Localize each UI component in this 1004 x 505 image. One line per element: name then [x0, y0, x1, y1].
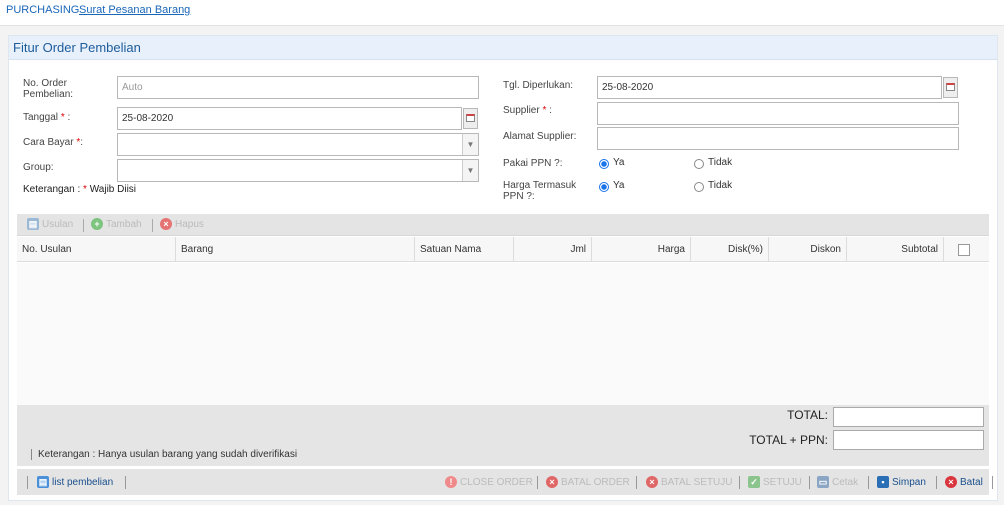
harga-termasuk-ppn-label: Harga Termasuk PPN ?:: [503, 180, 577, 202]
alamat-supplier-field[interactable]: [597, 127, 959, 150]
col-harga[interactable]: Harga: [592, 237, 691, 262]
harga-ppn-ya-radio[interactable]: [599, 182, 609, 192]
supplier-field[interactable]: [597, 102, 959, 125]
panel-title: Fitur Order Pembelian: [13, 40, 141, 55]
col-diskon[interactable]: Diskon: [769, 237, 847, 262]
divider: [636, 476, 637, 489]
tgl-diperlukan-label: Tgl. Diperlukan:: [503, 80, 574, 91]
panel-header: Fitur Order Pembelian: [9, 36, 997, 60]
divider: [83, 219, 84, 232]
batal-order-button[interactable]: × BATAL ORDER: [546, 476, 630, 488]
harga-ppn-ya-label: Ya: [613, 180, 625, 191]
divider: [125, 476, 126, 489]
tanggal-field[interactable]: 25-08-2020: [117, 107, 462, 130]
col-disk-persen[interactable]: Disk(%): [691, 237, 769, 262]
pakai-ppn-ya-radio[interactable]: [599, 159, 609, 169]
order-panel: Fitur Order Pembelian No. Order Pembelia…: [8, 35, 998, 501]
close-order-button[interactable]: ! CLOSE ORDER: [445, 476, 533, 488]
save-icon: ▪: [877, 476, 889, 488]
totals-area: TOTAL: TOTAL + PPN: Keterangan : Hanya u…: [17, 405, 989, 466]
divider: [27, 476, 28, 489]
no-order-label: No. Order Pembelian:: [23, 78, 74, 100]
divider: [152, 219, 153, 232]
grid-header: No. Usulan Barang Satuan Nama Jml Harga …: [17, 237, 989, 262]
usulan-button[interactable]: ▤ Usulan: [27, 218, 73, 230]
alamat-supplier-label: Alamat Supplier:: [503, 131, 577, 142]
keterangan-verifikasi: Keterangan : Hanya usulan barang yang su…: [31, 449, 297, 460]
col-jml[interactable]: Jml: [514, 237, 592, 262]
group-select[interactable]: ▼: [117, 159, 479, 182]
tgl-diperlukan-field[interactable]: 25-08-2020: [597, 76, 942, 99]
cancel-icon: ×: [646, 476, 658, 488]
pakai-ppn-tidak-label: Tidak: [708, 157, 733, 168]
divider: [936, 476, 937, 489]
keterangan-wajib: Keterangan : * Wajib Diisi: [23, 184, 137, 195]
col-satuan-nama[interactable]: Satuan Nama: [415, 237, 514, 262]
divider: [809, 476, 810, 489]
col-barang[interactable]: Barang: [176, 237, 415, 262]
supplier-label: Supplier * :: [503, 105, 552, 116]
tambah-button[interactable]: + Tambah: [91, 218, 142, 230]
batal-setuju-button[interactable]: × BATAL SETUJU: [646, 476, 733, 488]
chevron-down-icon[interactable]: ▼: [462, 160, 478, 181]
chevron-down-icon[interactable]: ▼: [462, 134, 478, 155]
cancel-icon: ×: [546, 476, 558, 488]
harga-ppn-tidak-radio[interactable]: [694, 182, 704, 192]
add-icon: +: [91, 218, 103, 230]
pakai-ppn-label: Pakai PPN ?:: [503, 158, 563, 169]
breadcrumb-page[interactable]: Surat Pesanan Barang: [79, 4, 190, 16]
select-all-checkbox[interactable]: [958, 244, 970, 256]
warning-icon: !: [445, 476, 457, 488]
check-icon: ✓: [748, 476, 760, 488]
divider: [868, 476, 869, 489]
harga-ppn-tidak-label: Tidak: [708, 180, 733, 191]
print-icon: ▭: [817, 476, 829, 488]
tanggal-label: Tanggal * :: [23, 112, 71, 123]
total-field[interactable]: [833, 407, 984, 427]
cara-bayar-select[interactable]: ▼: [117, 133, 479, 156]
list-pembelian-button[interactable]: ▤ list pembelian: [37, 476, 113, 488]
divider: [537, 476, 538, 489]
list-icon: ▤: [37, 476, 49, 488]
divider: [992, 476, 993, 489]
total-label: TOTAL:: [787, 408, 828, 422]
batal-button[interactable]: × Batal: [945, 476, 983, 488]
simpan-button[interactable]: ▪ Simpan: [877, 476, 926, 488]
cara-bayar-label: Cara Bayar *:: [23, 137, 84, 148]
divider: [739, 476, 740, 489]
tanggal-calendar-icon[interactable]: [463, 108, 478, 129]
col-subtotal[interactable]: Subtotal: [847, 237, 944, 262]
total-ppn-field[interactable]: [833, 430, 984, 450]
cetak-button[interactable]: ▭ Cetak: [817, 476, 858, 488]
breadcrumb-module[interactable]: PURCHASING: [6, 4, 79, 16]
total-ppn-label: TOTAL + PPN:: [749, 433, 828, 447]
cancel-icon: ×: [945, 476, 957, 488]
pakai-ppn-tidak-radio[interactable]: [694, 159, 704, 169]
grid-toolbar: ▤ Usulan + Tambah × Hapus: [17, 214, 989, 236]
group-label: Group:: [23, 162, 54, 173]
no-order-field[interactable]: Auto: [117, 76, 479, 99]
pakai-ppn-ya-label: Ya: [613, 157, 625, 168]
grid-body: [17, 263, 989, 405]
setuju-button[interactable]: ✓ SETUJU: [748, 476, 802, 488]
breadcrumb: PURCHASING Surat Pesanan Barang: [0, 0, 1004, 26]
hapus-button[interactable]: × Hapus: [160, 218, 204, 230]
footer-toolbar: ▤ list pembelian ! CLOSE ORDER × BATAL O…: [17, 469, 993, 495]
col-no-usulan[interactable]: No. Usulan: [17, 237, 176, 262]
tgl-diperlukan-calendar-icon[interactable]: [943, 77, 958, 98]
usulan-icon: ▤: [27, 218, 39, 230]
delete-icon: ×: [160, 218, 172, 230]
